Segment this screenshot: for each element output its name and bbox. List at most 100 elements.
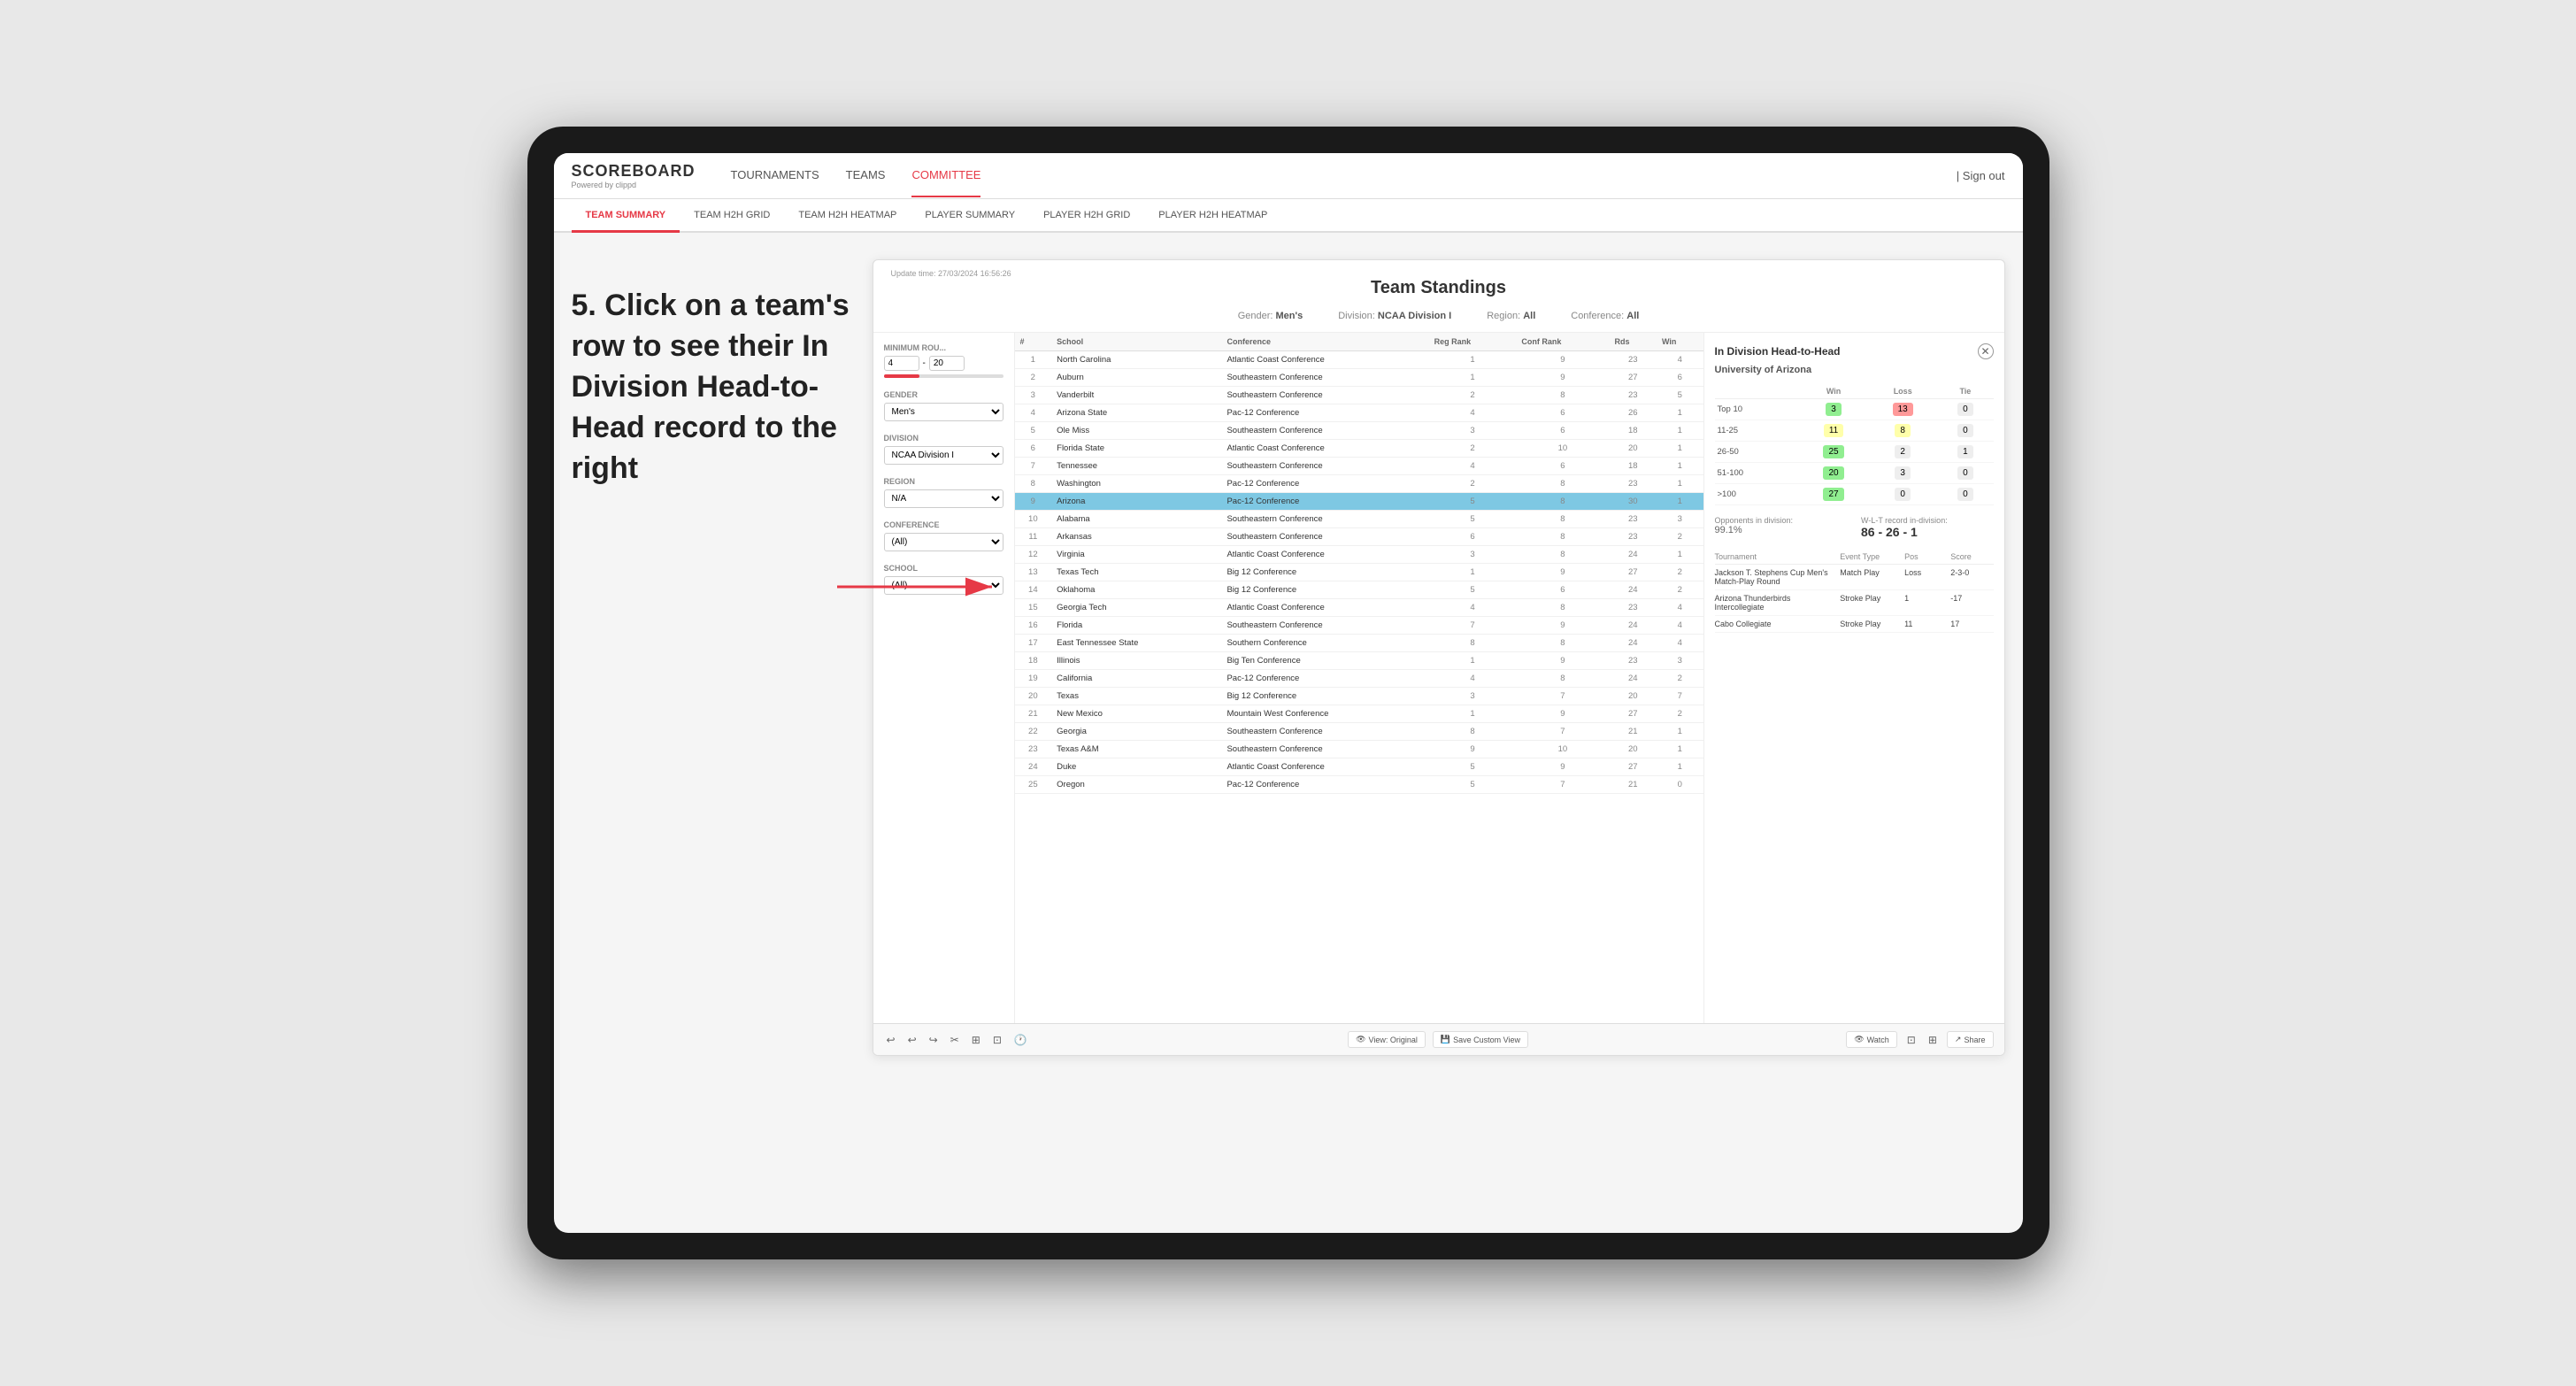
subnav-team-h2h-heatmap[interactable]: TEAM H2H HEATMAP	[784, 199, 911, 233]
subnav-player-h2h-grid[interactable]: PLAYER H2H GRID	[1029, 199, 1144, 233]
share-icon[interactable]: ⊡	[1904, 1031, 1919, 1049]
cell-reg-rank: 2	[1429, 440, 1517, 458]
tie-over100: 0	[1937, 484, 1993, 505]
table-row[interactable]: >100 27 0 0	[1715, 484, 1994, 505]
cell-rank: 12	[1015, 546, 1052, 564]
standings-table: # School Conference Reg Rank Conf Rank R…	[1015, 333, 1703, 794]
table-row[interactable]: 6 Florida State Atlantic Coast Conferenc…	[1015, 440, 1703, 458]
cell-rds: 18	[1610, 422, 1657, 440]
tournament-row[interactable]: Jackson T. Stephens Cup Men's Match-Play…	[1715, 565, 1994, 590]
table-row[interactable]: 1 North Carolina Atlantic Coast Conferen…	[1015, 351, 1703, 369]
h2h-table-header-row: Win Loss Tie	[1715, 384, 1994, 399]
region-select[interactable]: N/A	[884, 489, 1003, 508]
view-original-button[interactable]: 👁 View: Original	[1348, 1031, 1426, 1048]
conference-select[interactable]: (All)	[884, 533, 1003, 551]
min-rounds-label: Minimum Rou...	[884, 343, 1003, 352]
table-row[interactable]: 11 Arkansas Southeastern Conference 6 8 …	[1015, 528, 1703, 546]
table-row[interactable]: 7 Tennessee Southeastern Conference 4 6 …	[1015, 458, 1703, 475]
table-row[interactable]: 14 Oklahoma Big 12 Conference 5 6 24 2	[1015, 581, 1703, 599]
h2h-close-button[interactable]: ✕	[1978, 343, 1994, 359]
undo2-icon[interactable]: ↩	[905, 1031, 919, 1049]
cell-conference: Southern Conference	[1221, 635, 1428, 652]
subnav-team-summary[interactable]: TEAM SUMMARY	[572, 199, 681, 233]
watch-icon: 👁	[1854, 1035, 1864, 1044]
nav-committee[interactable]: COMMITTEE	[911, 154, 980, 197]
table-row[interactable]: 12 Virginia Atlantic Coast Conference 3 …	[1015, 546, 1703, 564]
table-row[interactable]: 2 Auburn Southeastern Conference 1 9 27 …	[1015, 369, 1703, 387]
cell-win: 2	[1657, 705, 1703, 723]
table-row[interactable]: 22 Georgia Southeastern Conference 8 7 2…	[1015, 723, 1703, 741]
tour-pos-1: Loss	[1904, 568, 1947, 586]
table-row[interactable]: Top 10 3 13 0	[1715, 399, 1994, 420]
export-icon[interactable]: ⊞	[1926, 1031, 1940, 1049]
slider-bar[interactable]	[884, 374, 1003, 378]
table-row[interactable]: 18 Illinois Big Ten Conference 1 9 23 3	[1015, 652, 1703, 670]
cell-school: Illinois	[1051, 652, 1221, 670]
table-row[interactable]: 11-25 11 8 0	[1715, 420, 1994, 442]
tournament-row[interactable]: Cabo Collegiate Stroke Play 11 17	[1715, 616, 1994, 633]
cell-reg-rank: 8	[1429, 723, 1517, 741]
cell-rds: 23	[1610, 652, 1657, 670]
cell-conf-rank: 8	[1516, 635, 1609, 652]
cell-school: Vanderbilt	[1051, 387, 1221, 404]
table-row[interactable]: 4 Arizona State Pac-12 Conference 4 6 26…	[1015, 404, 1703, 422]
cell-conf-rank: 7	[1516, 688, 1609, 705]
table-row[interactable]: 17 East Tennessee State Southern Confere…	[1015, 635, 1703, 652]
table-row[interactable]: 24 Duke Atlantic Coast Conference 5 9 27…	[1015, 758, 1703, 776]
top-nav: SCOREBOARD Powered by clippd TOURNAMENTS…	[554, 153, 2023, 199]
cell-rank: 19	[1015, 670, 1052, 688]
division-select[interactable]: NCAA Division I	[884, 446, 1003, 465]
tournament-row[interactable]: Arizona Thunderbirds Intercollegiate Str…	[1715, 590, 1994, 616]
table-row[interactable]: 16 Florida Southeastern Conference 7 9 2…	[1015, 617, 1703, 635]
table-row[interactable]: 5 Ole Miss Southeastern Conference 3 6 1…	[1015, 422, 1703, 440]
redo-icon[interactable]: ↪	[927, 1031, 941, 1049]
table-row[interactable]: 15 Georgia Tech Atlantic Coast Conferenc…	[1015, 599, 1703, 617]
table-row[interactable]: 9 Arizona Pac-12 Conference 5 8 30 1	[1015, 493, 1703, 511]
nav-tournaments[interactable]: TOURNAMENTS	[731, 154, 819, 197]
cell-conference: Southeastern Conference	[1221, 422, 1428, 440]
table-row[interactable]: 23 Texas A&M Southeastern Conference 9 1…	[1015, 741, 1703, 758]
save-custom-button[interactable]: 💾 Save Custom View	[1433, 1031, 1528, 1048]
min-rounds-max[interactable]	[929, 356, 965, 371]
paste-icon[interactable]: ⊡	[990, 1031, 1004, 1049]
table-row[interactable]: 51-100 20 3 0	[1715, 463, 1994, 484]
cell-win: 4	[1657, 351, 1703, 369]
logo-text: SCOREBOARD	[572, 162, 696, 181]
share-button[interactable]: ↗ Share	[1947, 1031, 1994, 1048]
table-row[interactable]: 19 California Pac-12 Conference 4 8 24 2	[1015, 670, 1703, 688]
col-conf-rank: Conf Rank	[1516, 333, 1609, 351]
cell-win: 1	[1657, 404, 1703, 422]
subnav-team-h2h-grid[interactable]: TEAM H2H GRID	[680, 199, 784, 233]
table-row[interactable]: 25 Oregon Pac-12 Conference 5 7 21 0	[1015, 776, 1703, 794]
min-rounds-min[interactable]	[884, 356, 919, 371]
cell-rds: 21	[1610, 776, 1657, 794]
gender-select[interactable]: Men's	[884, 403, 1003, 421]
table-row[interactable]: 13 Texas Tech Big 12 Conference 1 9 27 2	[1015, 564, 1703, 581]
division-label: Division	[884, 434, 1003, 443]
panel-body: Minimum Rou... - Gender	[873, 333, 2004, 1023]
h2h-team-name: University of Arizona	[1715, 365, 1994, 375]
table-row[interactable]: 10 Alabama Southeastern Conference 5 8 2…	[1015, 511, 1703, 528]
undo-icon[interactable]: ↩	[884, 1031, 898, 1049]
h2h-table: Win Loss Tie Top 10 3 13 0	[1715, 384, 1994, 505]
cell-conf-rank: 8	[1516, 475, 1609, 493]
nav-teams[interactable]: TEAMS	[846, 154, 886, 197]
tablet-frame: SCOREBOARD Powered by clippd TOURNAMENTS…	[527, 127, 2049, 1259]
scissors-icon[interactable]: ✂	[948, 1031, 962, 1049]
subnav-player-h2h-heatmap[interactable]: PLAYER H2H HEATMAP	[1144, 199, 1281, 233]
cell-rank: 18	[1015, 652, 1052, 670]
table-row[interactable]: 21 New Mexico Mountain West Conference 1…	[1015, 705, 1703, 723]
copy-icon[interactable]: ⊞	[969, 1031, 983, 1049]
table-row[interactable]: 8 Washington Pac-12 Conference 2 8 23 1	[1015, 475, 1703, 493]
rank-over100: >100	[1715, 484, 1799, 505]
subnav-player-summary[interactable]: PLAYER SUMMARY	[911, 199, 1029, 233]
h2h-col-loss: Loss	[1868, 384, 1937, 399]
table-row[interactable]: 26-50 25 2 1	[1715, 442, 1994, 463]
watch-button[interactable]: 👁 Watch	[1846, 1031, 1897, 1048]
clock-icon[interactable]: 🕐	[1011, 1031, 1030, 1049]
table-row[interactable]: 20 Texas Big 12 Conference 3 7 20 7	[1015, 688, 1703, 705]
sign-out[interactable]: | Sign out	[1957, 169, 2005, 182]
table-row[interactable]: 3 Vanderbilt Southeastern Conference 2 8…	[1015, 387, 1703, 404]
cell-conf-rank: 9	[1516, 652, 1609, 670]
cell-reg-rank: 4	[1429, 670, 1517, 688]
